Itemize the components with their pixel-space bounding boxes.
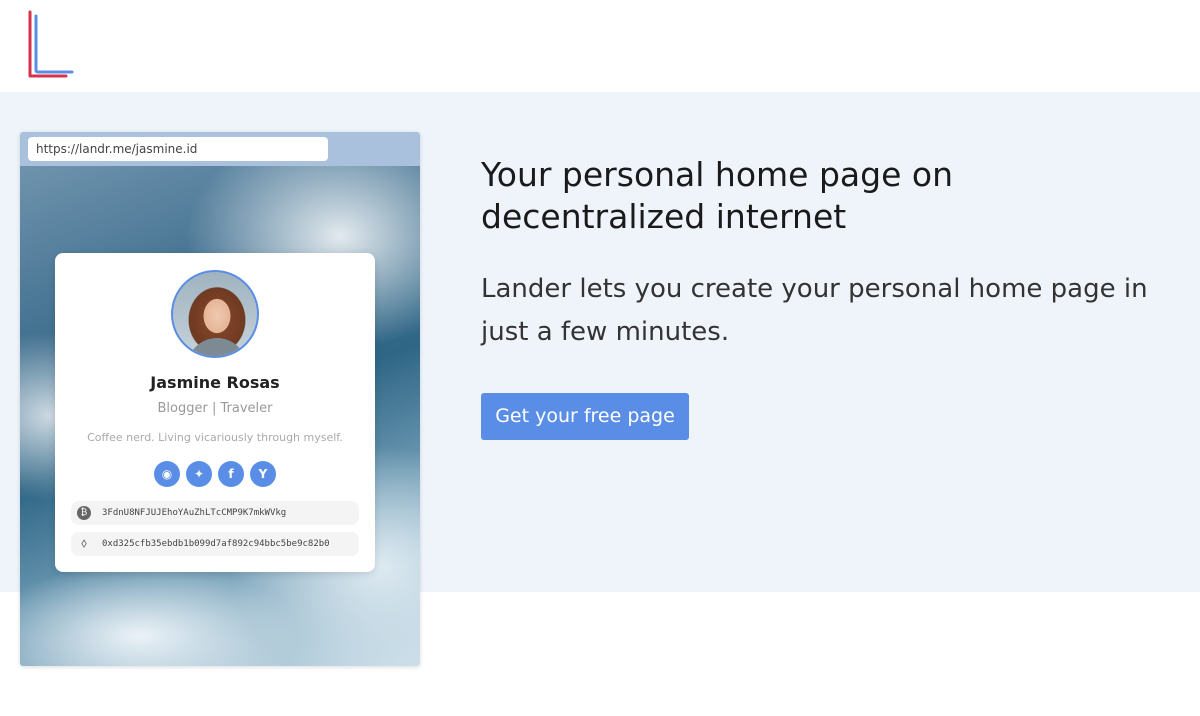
url-field: https://landr.me/jasmine.id bbox=[28, 137, 328, 161]
bitcoin-icon: ₿ bbox=[77, 506, 91, 520]
profile-card: Jasmine Rosas Blogger | Traveler Coffee … bbox=[55, 253, 375, 572]
lander-logo-icon[interactable] bbox=[26, 10, 78, 82]
wallet-address: 0xd325cfb35ebdb1b099d7af892c94bbc5be9c82… bbox=[102, 539, 330, 549]
get-free-page-button[interactable]: Get your free page bbox=[481, 393, 689, 440]
avatar-shoulders bbox=[187, 338, 247, 356]
wallet-address: 3FdnU8NFJUJEhoYAuZhLTcCMP9K7mkWVkg bbox=[102, 508, 287, 518]
wallet-ethereum: ⬨ 0xd325cfb35ebdb1b099d7af892c94bbc5be9c… bbox=[71, 532, 359, 556]
browser-bar: https://landr.me/jasmine.id bbox=[20, 132, 420, 166]
profile-bio: Coffee nerd. Living vicariously through … bbox=[87, 431, 343, 444]
social-links: ◉ ✦ f Y bbox=[154, 461, 284, 487]
hero-subline: Lander lets you create your personal hom… bbox=[481, 274, 1148, 347]
profile-name: Jasmine Rosas bbox=[150, 373, 280, 392]
avatar bbox=[171, 270, 259, 358]
ethereum-icon: ⬨ bbox=[81, 536, 87, 551]
twitter-icon[interactable]: ✦ bbox=[186, 461, 212, 487]
github-icon[interactable]: ◉ bbox=[154, 461, 180, 487]
profile-role: Blogger | Traveler bbox=[157, 401, 273, 416]
site-header bbox=[0, 0, 1200, 92]
hero-headline: Your personal home page on decentralized… bbox=[481, 155, 953, 236]
facebook-icon[interactable]: f bbox=[218, 461, 244, 487]
wallet-bitcoin: ₿ 3FdnU8NFJUJEhoYAuZhLTcCMP9K7mkWVkg bbox=[71, 501, 359, 525]
ycombinator-icon[interactable]: Y bbox=[250, 461, 276, 487]
